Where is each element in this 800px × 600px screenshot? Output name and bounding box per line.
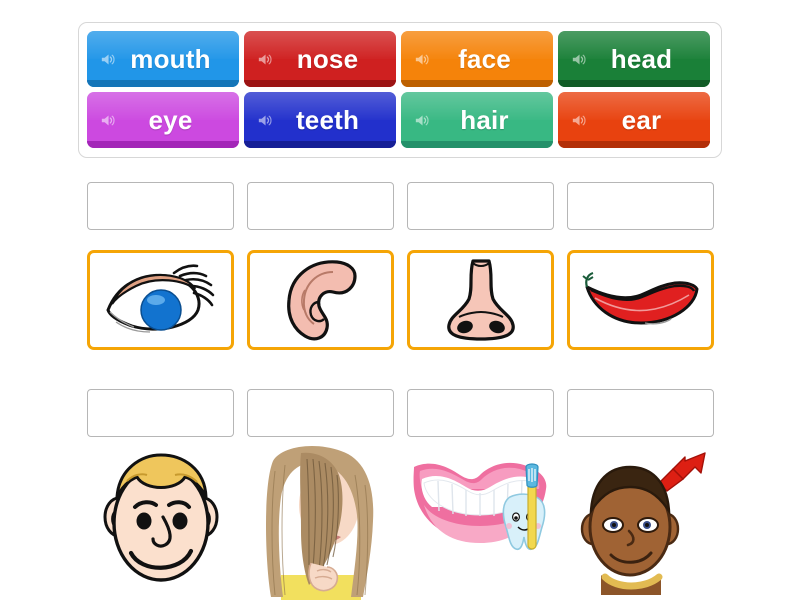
answer-drop-slot[interactable] [567, 182, 714, 230]
answer-drop-slot[interactable] [407, 389, 554, 437]
word-tile-hair[interactable]: hair [401, 92, 553, 148]
tile-bottom-edge [558, 80, 710, 87]
hair-image-card[interactable] [247, 445, 394, 600]
activity-stage: mouth nose face head eye teeth hair ear [0, 0, 800, 600]
word-tile-label: eye [148, 104, 193, 135]
tile-bottom-edge [87, 80, 239, 87]
tile-bottom-edge [558, 141, 710, 148]
teeth-image-card[interactable] [407, 445, 554, 600]
word-tile-face[interactable]: face [401, 31, 553, 87]
speaker-icon[interactable] [413, 112, 430, 129]
face-image [103, 453, 218, 582]
speaker-icon[interactable] [256, 51, 273, 68]
answer-drop-slot[interactable] [87, 182, 234, 230]
speaker-icon[interactable] [570, 51, 587, 68]
speaker-icon[interactable] [99, 51, 116, 68]
speaker-icon[interactable] [99, 112, 116, 129]
eye-image-card[interactable] [87, 250, 234, 350]
word-tile-label: face [458, 43, 511, 74]
head-image-card[interactable] [567, 445, 714, 600]
word-tile-grid: mouth nose face head eye teeth hair ear [87, 31, 715, 148]
word-tile-label: hair [460, 104, 509, 135]
face-image-card[interactable] [87, 445, 234, 600]
tile-bottom-edge [87, 141, 239, 148]
teeth-image [413, 462, 546, 551]
answer-drop-slot[interactable] [407, 182, 554, 230]
word-tile-teeth[interactable]: teeth [244, 92, 396, 148]
tile-bottom-edge [401, 141, 553, 148]
answer-drop-slot[interactable] [87, 389, 234, 437]
speaker-icon[interactable] [413, 51, 430, 68]
red-arrow-icon [657, 452, 706, 492]
speaker-icon[interactable] [570, 112, 587, 129]
word-tile-ear[interactable]: ear [558, 92, 710, 148]
word-tile-head[interactable]: head [558, 31, 710, 87]
word-tile-label: ear [621, 104, 662, 135]
ear-image-card[interactable] [247, 250, 394, 350]
answer-drop-slot[interactable] [567, 389, 714, 437]
answer-slot-row-one [87, 182, 717, 230]
tile-bottom-edge [244, 80, 396, 87]
speaker-icon[interactable] [256, 112, 273, 129]
eye-image [105, 264, 214, 333]
word-tile-label: teeth [295, 104, 360, 135]
picture-row-one [87, 250, 717, 350]
nose-image-card[interactable] [407, 250, 554, 350]
picture-row-two [87, 445, 717, 600]
tile-bottom-edge [244, 141, 396, 148]
word-tile-nose[interactable]: nose [244, 31, 396, 87]
mouth-image [581, 271, 698, 325]
nose-image [446, 259, 515, 341]
word-tile-mouth[interactable]: mouth [87, 31, 239, 87]
answer-slot-row-two [87, 389, 717, 437]
head-image [580, 452, 706, 595]
word-tile-label: nose [296, 43, 359, 74]
mouth-image-card[interactable] [567, 250, 714, 350]
tile-bottom-edge [401, 80, 553, 87]
answer-drop-slot[interactable] [247, 182, 394, 230]
word-tile-label: mouth [130, 43, 211, 74]
word-tile-label: head [610, 43, 673, 74]
hair-image [265, 446, 373, 600]
word-tile-eye[interactable]: eye [87, 92, 239, 148]
answer-drop-slot[interactable] [247, 389, 394, 437]
ear-image [286, 260, 357, 341]
word-tile-bank: mouth nose face head eye teeth hair ear [78, 22, 722, 158]
